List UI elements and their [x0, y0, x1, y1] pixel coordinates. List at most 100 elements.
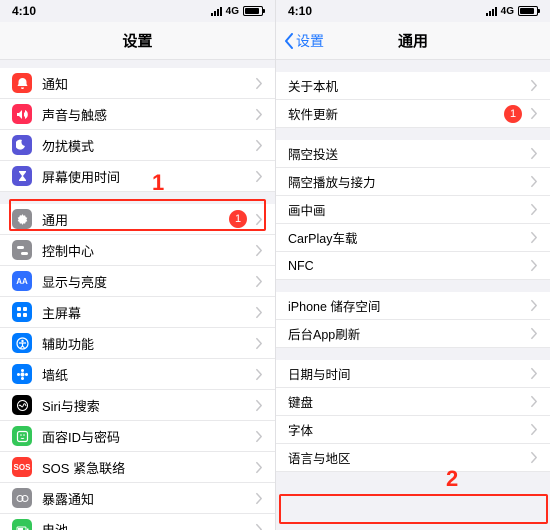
chevron-right-icon [530, 299, 538, 312]
general-row[interactable]: 隔空投送 [276, 140, 550, 168]
row-label: NFC [288, 259, 524, 273]
settings-row[interactable]: 主屏幕 [0, 297, 275, 328]
settings-row[interactable]: 暴露通知 [0, 483, 275, 514]
network-label: 4G [501, 6, 514, 17]
row-label: Siri与搜索 [42, 396, 249, 415]
general-row[interactable]: iPhone 储存空间 [276, 292, 550, 320]
row-label: 软件更新 [288, 104, 504, 123]
row-label: 暴露通知 [42, 489, 249, 508]
general-row[interactable]: 日期与时间 [276, 360, 550, 388]
general-row[interactable]: 键盘 [276, 388, 550, 416]
battery-icon [518, 6, 538, 16]
row-label: 声音与触感 [42, 105, 249, 124]
row-label: 屏幕使用时间 [42, 167, 249, 186]
status-right: 4G [486, 6, 538, 17]
chevron-right-icon [530, 451, 538, 464]
general-row[interactable]: 语言与地区 [276, 444, 550, 472]
row-label: 画中画 [288, 200, 524, 219]
row-label: SOS 紧急联络 [42, 458, 249, 477]
chevron-right-icon [255, 523, 263, 530]
chevron-right-icon [255, 492, 263, 505]
general-row[interactable]: 字体 [276, 416, 550, 444]
settings-row[interactable]: 通用1 [0, 204, 275, 235]
chevron-left-icon [284, 33, 294, 49]
settings-row[interactable]: AA显示与亮度 [0, 266, 275, 297]
clock: 4:10 [288, 4, 312, 18]
settings-row[interactable]: 控制中心 [0, 235, 275, 266]
general-row[interactable]: 关于本机 [276, 72, 550, 100]
chevron-right-icon [255, 213, 263, 226]
general-screen: 4:10 4G 设置 通用 关于本机软件更新1 隔空投送隔空播放与接力画中画 Ca… [275, 0, 550, 530]
settings-row[interactable]: 电池 [0, 514, 275, 530]
highlight-box-2 [279, 494, 548, 524]
row-label: 字体 [288, 420, 524, 439]
faceid-icon [12, 426, 32, 446]
chevron-right-icon [530, 327, 538, 340]
row-label: 通用 [42, 210, 229, 229]
general-row[interactable]: 画中画 [276, 196, 550, 224]
settings-row[interactable]: 勿扰模式 [0, 130, 275, 161]
chevron-right-icon [255, 77, 263, 90]
chevron-right-icon [530, 107, 538, 120]
chevron-right-icon [255, 139, 263, 152]
chevron-right-icon [530, 423, 538, 436]
notification-badge: 1 [229, 210, 247, 228]
row-label: 语言与地区 [288, 448, 524, 467]
chevron-right-icon [255, 170, 263, 183]
settings-row[interactable]: 墙纸 [0, 359, 275, 390]
row-label: 勿扰模式 [42, 136, 249, 155]
chevron-right-icon [255, 461, 263, 474]
row-label: 辅助功能 [42, 334, 249, 353]
general-row[interactable]: NFC [276, 252, 550, 280]
general-row[interactable]: 后台App刷新 [276, 320, 550, 348]
status-bar: 4:10 4G [276, 0, 550, 22]
hourglass-icon [12, 166, 32, 186]
chevron-right-icon [255, 306, 263, 319]
row-label: 控制中心 [42, 241, 249, 260]
network-label: 4G [226, 6, 239, 17]
general-row[interactable]: 软件更新1 [276, 100, 550, 128]
accessibility-icon [12, 333, 32, 353]
chevron-right-icon [255, 399, 263, 412]
row-label: 键盘 [288, 392, 524, 411]
chevron-right-icon [255, 108, 263, 121]
battery-icon [243, 6, 263, 16]
settings-row[interactable]: SOS SOS 紧急联络 [0, 452, 275, 483]
switches-icon [12, 240, 32, 260]
sos-icon: SOS [12, 457, 32, 477]
aa-icon: AA [12, 271, 32, 291]
volume-icon [12, 104, 32, 124]
navbar: 设置 通用 [276, 22, 550, 60]
settings-row[interactable]: 辅助功能 [0, 328, 275, 359]
chevron-right-icon [530, 175, 538, 188]
back-label: 设置 [296, 31, 324, 51]
signal-icon [486, 7, 497, 16]
chevron-right-icon [255, 244, 263, 257]
row-label: 关于本机 [288, 76, 524, 95]
settings-screen: 4:10 4G 设置 通知声音与触感勿扰模式屏幕使用时间 通用1 控制中心 AA显示… [0, 0, 275, 530]
back-button[interactable]: 设置 [284, 22, 324, 59]
general-row[interactable]: 隔空播放与接力 [276, 168, 550, 196]
settings-row[interactable]: 声音与触感 [0, 99, 275, 130]
row-label: CarPlay车载 [288, 228, 524, 247]
row-label: 隔空播放与接力 [288, 172, 524, 191]
row-label: 电池 [42, 520, 249, 530]
signal-icon [211, 7, 222, 16]
settings-row[interactable]: Siri与搜索 [0, 390, 275, 421]
clock: 4:10 [12, 4, 36, 18]
siri-icon [12, 395, 32, 415]
chevron-right-icon [530, 203, 538, 216]
chevron-right-icon [255, 337, 263, 350]
general-row[interactable]: CarPlay车载 [276, 224, 550, 252]
chevron-right-icon [530, 367, 538, 380]
settings-row[interactable]: 屏幕使用时间 [0, 161, 275, 192]
battery-icon [12, 519, 32, 530]
navbar: 设置 [0, 22, 275, 60]
chevron-right-icon [255, 368, 263, 381]
row-label: 主屏幕 [42, 303, 249, 322]
page-title: 设置 [122, 30, 152, 51]
settings-row[interactable]: 面容ID与密码 [0, 421, 275, 452]
chevron-right-icon [530, 259, 538, 272]
settings-row[interactable]: 通知 [0, 68, 275, 99]
exposure-icon [12, 488, 32, 508]
